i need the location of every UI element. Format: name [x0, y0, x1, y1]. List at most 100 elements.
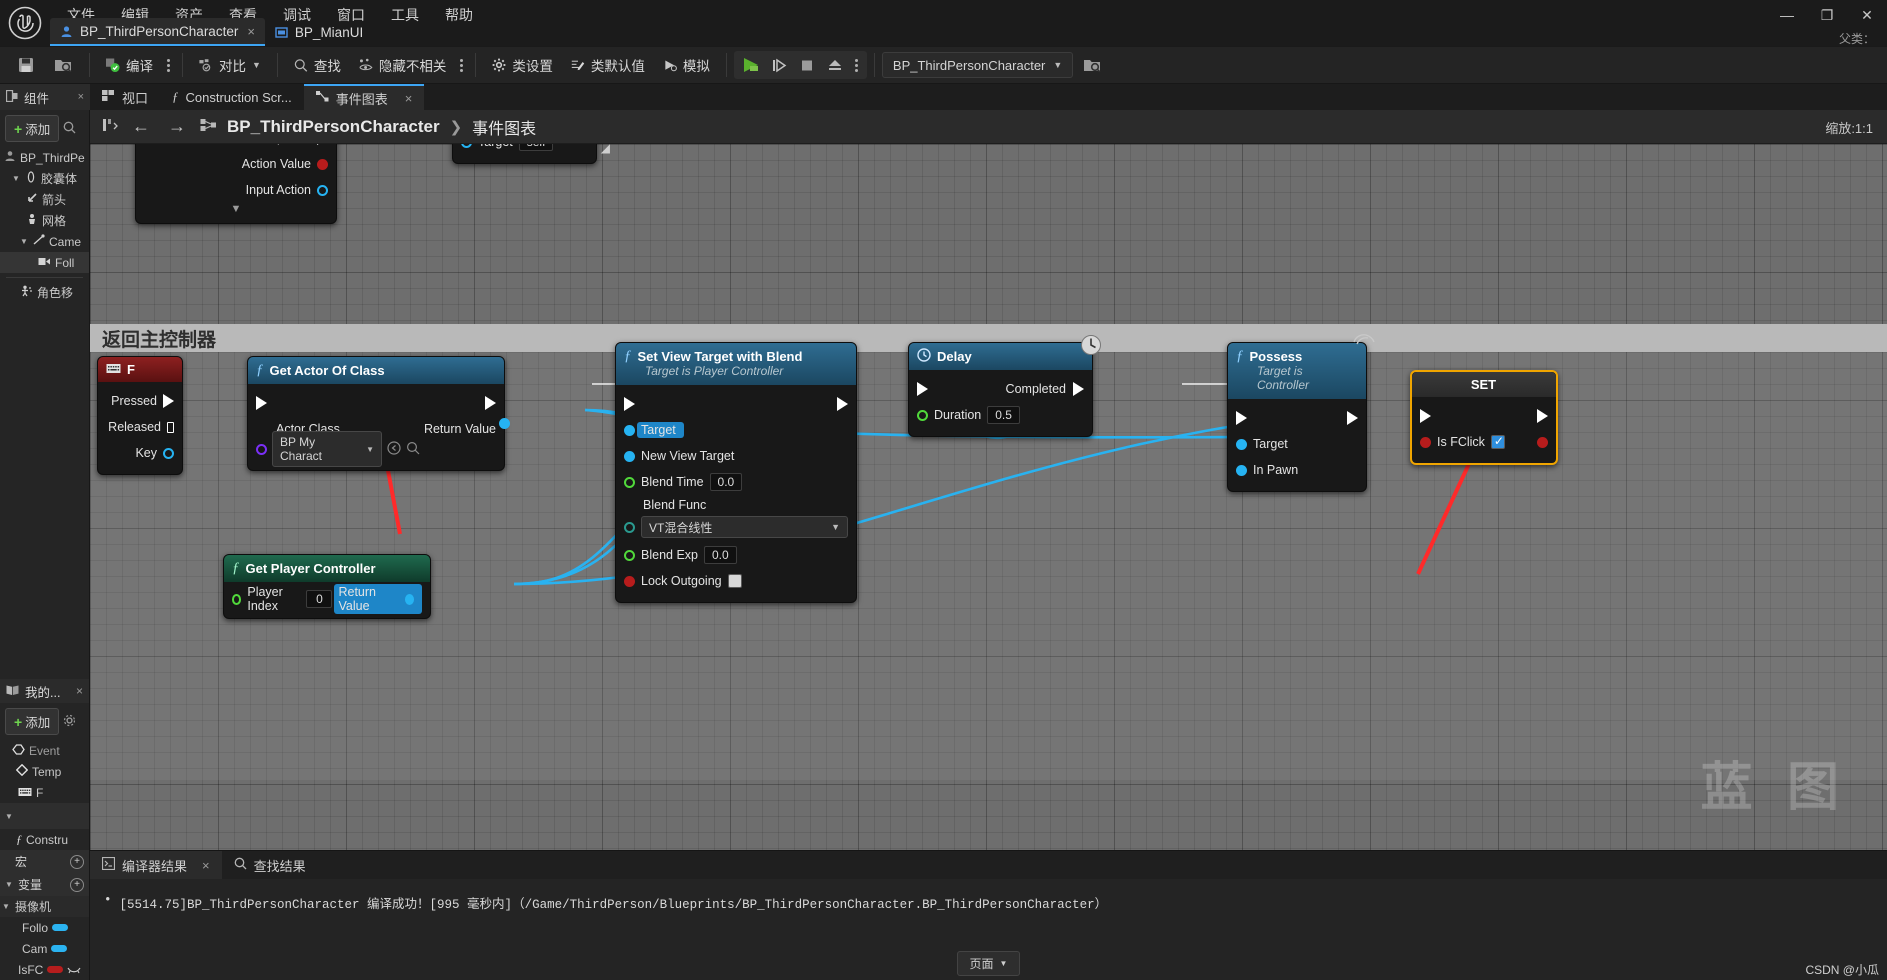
blend-func-select[interactable]: VT混合线性 ▼ [641, 516, 848, 538]
graph-menu-icon[interactable] [102, 118, 118, 135]
object-out-pin-icon[interactable] [499, 418, 510, 429]
blend-exp-value[interactable]: 0.0 [703, 546, 737, 564]
eye-icon[interactable] [67, 963, 81, 977]
enum-pin-icon[interactable] [624, 521, 635, 533]
play-options-icon[interactable] [850, 58, 863, 72]
component-item-follow-camera[interactable]: Foll [0, 252, 89, 273]
nav-back-button[interactable]: ← [128, 116, 154, 137]
float-pin-icon[interactable] [917, 409, 928, 421]
minimize-icon[interactable]: — [1767, 0, 1807, 30]
is-fclick-checkbox[interactable] [1490, 434, 1505, 449]
add-macro-icon[interactable]: + [70, 854, 84, 869]
myblueprint-item-f[interactable]: F [0, 782, 89, 803]
browse-back-icon[interactable] [387, 440, 401, 458]
add-variable-icon[interactable]: + [70, 877, 84, 892]
class-defaults-button[interactable]: 类默认值 [562, 50, 654, 80]
exec-out-pin-icon[interactable] [1073, 382, 1084, 396]
components-panel-tab[interactable]: 组件 × [0, 84, 90, 110]
player-index-row[interactable]: Player Index 0 Return Value [224, 584, 430, 614]
compile-button[interactable]: 编译 [97, 50, 162, 80]
find-button[interactable]: 查找 [285, 50, 350, 80]
exec-out-pin-icon[interactable] [837, 397, 848, 411]
pin-key[interactable]: Key [98, 440, 182, 466]
close-window-icon[interactable]: ✕ [1847, 0, 1887, 30]
close-icon[interactable]: × [76, 684, 83, 698]
myblueprint-item-construction-script[interactable]: ƒ Constru [0, 829, 89, 850]
play-button[interactable] [738, 53, 764, 77]
int-pin-icon[interactable] [232, 593, 242, 605]
node-expand-caret-icon[interactable]: ▼ [136, 203, 336, 215]
pin-action-value[interactable]: Action Value [136, 151, 336, 177]
simulate-button[interactable]: 模拟 [654, 50, 719, 80]
actor-class-select[interactable]: BP My Charact ▼ [272, 431, 382, 467]
exec-in-pin-icon[interactable] [256, 396, 267, 410]
pin-input-action[interactable]: Input Action [136, 177, 336, 203]
node-input-action-ghost[interactable]: Completed Action Value Input Action ▼ [135, 144, 337, 224]
pin-in-pawn[interactable]: In Pawn [1228, 457, 1366, 483]
add-component-button[interactable]: + 添加 [5, 115, 60, 142]
pin-target[interactable]: Target [1228, 431, 1366, 457]
exec-out-pin-icon[interactable] [1347, 411, 1358, 425]
breadcrumb-root[interactable]: BP_ThirdPersonCharacter [227, 117, 440, 137]
section-collapsed[interactable]: ▼ [0, 803, 89, 829]
pin-duration[interactable]: Duration 0.5 [909, 402, 1092, 428]
pin-blend-exp[interactable]: Blend Exp 0.0 [616, 542, 856, 568]
exec-and-completed-row[interactable]: Completed [909, 376, 1092, 402]
pin-target[interactable]: Target [616, 417, 856, 443]
node-set-is-fclick[interactable]: SET Is FClick [1410, 370, 1558, 465]
node-get-player-controller[interactable]: ƒ Get Player Controller Player Index 0 R… [223, 554, 431, 619]
step-button[interactable] [766, 53, 792, 77]
menu-item-tools[interactable]: 工具 [378, 2, 432, 28]
exec-pin-row[interactable] [616, 391, 856, 417]
maximize-icon[interactable]: ❐ [1807, 0, 1847, 30]
object-pin-icon[interactable] [1236, 464, 1247, 476]
tab-find-results[interactable]: 查找结果 [222, 851, 318, 879]
chevron-down-icon[interactable]: ▼ [252, 60, 261, 70]
myblueprint-item-event[interactable]: Event [0, 740, 89, 761]
blend-time-value[interactable]: 0.0 [709, 473, 743, 491]
save-button[interactable] [8, 50, 44, 80]
pin-blend-time[interactable]: Blend Time 0.0 [616, 469, 856, 495]
object-out-pin-icon[interactable] [404, 593, 414, 605]
node-get-actor-of-class[interactable]: ƒ Get Actor Of Class Actor Class Return … [247, 356, 510, 471]
object-pin-icon[interactable] [624, 450, 635, 462]
section-variables[interactable]: ▼ 变量 + [0, 873, 89, 896]
caret-down-icon[interactable]: ▼ [5, 812, 14, 821]
object-pin-icon[interactable] [624, 424, 635, 436]
nav-forward-button[interactable]: → [164, 116, 190, 137]
pin-pressed[interactable]: Pressed [98, 388, 182, 414]
variable-category-camera[interactable]: ▼ 摄像机 [0, 896, 89, 917]
bool-pin-icon[interactable] [624, 575, 635, 587]
variable-item-isfclick[interactable]: IsFC [0, 959, 89, 980]
myblueprint-item-temp[interactable]: Temp [0, 761, 89, 782]
breadcrumb-leaf[interactable]: 事件图表 [472, 115, 536, 139]
diff-button[interactable]: 对比 ▼ [190, 50, 270, 80]
pin-new-view-target[interactable]: New View Target [616, 443, 856, 469]
variable-item-camera-boom[interactable]: Cam [0, 938, 89, 959]
node-set-view-target-with-blend[interactable]: ƒ Set View Target with Blend Target is P… [615, 342, 857, 603]
component-item-mesh[interactable]: 网格 [0, 210, 89, 231]
blueprint-select[interactable]: BP_ThirdPersonCharacter ▼ [881, 52, 1074, 78]
node-possess[interactable]: ƒ Possess Target is Controller Target In… [1227, 342, 1367, 492]
float-pin-icon[interactable] [624, 476, 635, 488]
pin-completed[interactable]: Completed [136, 144, 336, 151]
browse-asset-button[interactable] [44, 50, 82, 80]
tab-event-graph[interactable]: 事件图表 × [303, 84, 425, 110]
component-item-character-movement[interactable]: 角色移 [0, 282, 89, 303]
search-components-icon[interactable] [63, 121, 76, 137]
variable-item-follow-camera[interactable]: Follo [0, 917, 89, 938]
compile-options-icon[interactable] [162, 58, 175, 72]
component-item-capsule[interactable]: ▼ 胶囊体 [0, 168, 89, 189]
blueprint-settings-icon[interactable] [63, 714, 76, 730]
struct-pin-icon[interactable] [163, 447, 174, 459]
exec-pin-icon[interactable] [163, 394, 174, 408]
pin-is-fclick[interactable]: Is FClick [1412, 429, 1556, 455]
exec-in-pin-icon[interactable] [624, 397, 635, 411]
section-macros[interactable]: 宏 + [0, 850, 89, 873]
component-item-camera-boom[interactable]: ▼ Came [0, 231, 89, 252]
exec-in-pin-icon[interactable] [1236, 411, 1247, 425]
lock-outgoing-checkbox[interactable] [727, 574, 742, 588]
exec-out-pin-icon[interactable] [485, 396, 496, 410]
asset-tab-bp-thirdpersoncharacter[interactable]: BP_ThirdPersonCharacter × [50, 18, 265, 46]
caret-down-icon[interactable]: ▼ [2, 902, 11, 911]
